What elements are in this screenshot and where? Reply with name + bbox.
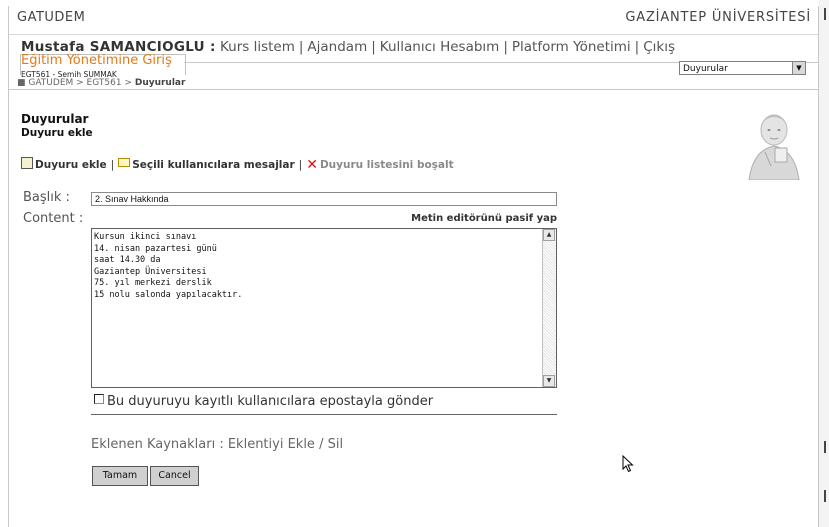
nav-separator: | xyxy=(371,39,376,55)
breadcrumb: ■ GATUDEM > EGT561 > Duyurular xyxy=(17,78,185,88)
content-text[interactable]: Kursun ikinci sınavı 14. nisan pazartesi… xyxy=(92,229,556,301)
add-announcement-action[interactable]: Duyuru ekle xyxy=(21,157,107,171)
nav-separator: | xyxy=(634,39,640,55)
gutter-mark xyxy=(824,490,826,502)
clear-announcements-action[interactable]: ✕ Duyuru listesini boşalt xyxy=(306,157,454,173)
breadcrumb-bullet: ■ xyxy=(17,78,29,88)
action-separator: | xyxy=(298,159,303,171)
admin-login-link[interactable]: Eğitim Yönetimine Giriş xyxy=(21,53,172,68)
page-subtitle: Duyuru ekle xyxy=(21,127,93,139)
content-label: Content : xyxy=(23,211,84,226)
attachments-label: Eklenen Kaynakları : xyxy=(91,437,224,452)
scroll-up-icon[interactable]: ▲ xyxy=(543,229,555,241)
divider xyxy=(91,414,557,415)
title-input[interactable] xyxy=(91,192,557,206)
site-name: GATUDEM xyxy=(17,10,86,25)
scroll-down-icon[interactable]: ▼ xyxy=(543,375,555,387)
page-title: Duyurular xyxy=(21,112,89,126)
nav-separator: | xyxy=(298,39,304,55)
divider xyxy=(9,89,818,90)
action-bar: Duyuru ekle | Seçili kullanıcılara mesajla… xyxy=(21,157,454,173)
new-document-icon xyxy=(21,157,33,169)
scholar-portrait-icon xyxy=(748,114,800,180)
frame-border-right xyxy=(818,6,819,527)
breadcrumb-path[interactable]: GATUDEM > EGT561 > xyxy=(28,78,132,88)
action-separator: | xyxy=(110,159,115,171)
university-name: GAZİANTEP ÜNİVERSİTESİ xyxy=(625,10,811,25)
nav-link-course-list[interactable]: Kurs listem xyxy=(220,39,295,55)
attachments-row: Eklenen Kaynakları : Eklentiyi Ekle / Si… xyxy=(91,437,343,452)
gutter-mark xyxy=(824,8,826,20)
chevron-down-icon[interactable]: ▼ xyxy=(792,62,805,74)
mouse-pointer-icon xyxy=(622,455,634,473)
nav-separator: | xyxy=(503,39,508,55)
disable-editor-link[interactable]: Metin editörünü pasif yap xyxy=(411,213,557,224)
email-checkbox-label: Bu duyuruyu kayıtlı kullanıcılara eposta… xyxy=(107,394,434,409)
content-textarea[interactable]: Kursun ikinci sınavı 14. nisan pazartesi… xyxy=(91,228,557,388)
email-option[interactable]: Bu duyuruyu kayıtlı kullanıcılara eposta… xyxy=(94,394,433,409)
add-announcement-label: Duyuru ekle xyxy=(35,159,107,171)
message-selected-users-label: Seçili kullanıcılara mesajlar xyxy=(132,159,295,171)
title-label: Başlık : xyxy=(23,190,70,205)
tool-select[interactable]: Duyurular ▼ xyxy=(679,61,806,75)
nav-link-logout[interactable]: Çıkış xyxy=(643,39,675,55)
envelope-icon xyxy=(118,158,131,167)
message-selected-users-action[interactable]: Seçili kullanıcılara mesajlar xyxy=(118,158,295,171)
cancel-button[interactable]: Cancel xyxy=(150,466,199,486)
nav-link-account[interactable]: Kullanıcı Hesabım xyxy=(380,39,500,55)
breadcrumb-current: Duyurular xyxy=(134,78,186,88)
frame-border-left xyxy=(8,6,9,527)
content-scrollbar[interactable]: ▲ ▼ xyxy=(542,229,556,387)
nav-link-agenda[interactable]: Ajandam xyxy=(307,39,367,55)
tool-select-value: Duyurular xyxy=(683,64,728,74)
gutter-mark xyxy=(824,441,826,453)
attachments-link[interactable]: Eklentiyi Ekle / Sil xyxy=(228,437,343,452)
nav-link-platform-admin[interactable]: Platform Yönetimi xyxy=(512,39,631,55)
email-checkbox[interactable] xyxy=(94,394,104,404)
red-x-icon: ✕ xyxy=(306,157,318,173)
ok-button[interactable]: Tamam xyxy=(92,466,148,486)
clear-announcements-label: Duyuru listesini boşalt xyxy=(319,159,454,171)
